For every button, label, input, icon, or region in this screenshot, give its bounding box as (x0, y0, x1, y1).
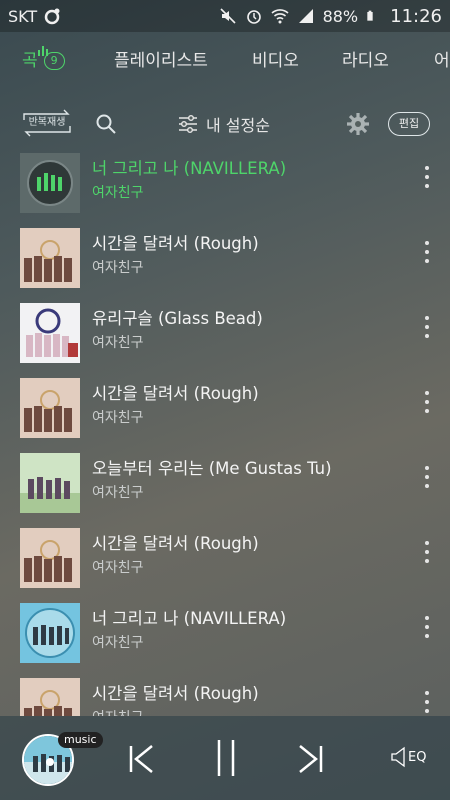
song-title: 너 그리고 나 (NAVILLERA) (92, 159, 287, 178)
album-thumbnail (20, 603, 80, 663)
category-tabs: 곡9 플레이리스트 비디오 라디오 어 (0, 32, 450, 94)
gear-icon[interactable] (346, 112, 370, 136)
more-options-icon[interactable] (424, 616, 430, 638)
more-options-icon[interactable] (424, 466, 430, 488)
song-artist: 여자친구 (92, 560, 144, 576)
alarm-icon (246, 10, 261, 24)
album-thumbnail (20, 378, 80, 438)
more-options-icon[interactable] (424, 391, 430, 413)
album-thumbnail (20, 528, 80, 588)
song-artist: 여자친구 (92, 485, 144, 501)
song-row[interactable]: 오늘부터 우리는 (Me Gustas Tu) 여자친구 (0, 446, 450, 521)
song-list: 너 그리고 나 (NAVILLERA) 여자친구 시간을 달려서 (Rough) 여자… (0, 146, 450, 716)
equalizer-button[interactable]: EQ (390, 746, 426, 768)
song-title: 시간을 달려서 (Rough) (92, 384, 259, 403)
repeat-button[interactable]: 반복재생 (20, 108, 74, 138)
song-title: 오늘부터 우리는 (Me Gustas Tu) (92, 459, 332, 478)
album-thumbnail (20, 678, 80, 716)
song-artist: 여자친구 (92, 410, 144, 426)
song-row[interactable]: 너 그리고 나 (NAVILLERA) 여자친구 (0, 146, 450, 221)
search-icon[interactable] (95, 113, 117, 135)
mini-player: music EQ (0, 716, 450, 800)
tab-more[interactable]: 어 (434, 46, 450, 71)
next-track-icon[interactable] (296, 744, 324, 774)
list-toolbar: 반복재생 내 설정순 (0, 100, 450, 148)
edit-button[interactable]: 편집 (388, 112, 430, 136)
signal-icon (298, 9, 313, 23)
battery-icon (367, 10, 373, 21)
song-artist: 여자친구 (92, 335, 144, 351)
song-title: 너 그리고 나 (NAVILLERA) (92, 609, 287, 628)
previous-track-icon[interactable] (128, 744, 156, 774)
song-row[interactable]: 시간을 달려서 (Rough) 여자친구 (0, 521, 450, 596)
album-thumbnail (20, 228, 80, 288)
sliders-icon (179, 115, 197, 133)
song-row[interactable]: 너 그리고 나 (NAVILLERA) 여자친구 (0, 596, 450, 671)
music-chip: music (58, 732, 103, 748)
speaker-icon (391, 746, 405, 768)
song-artist: 여자친구 (92, 707, 144, 716)
mute-icon (219, 8, 236, 24)
tab-radio[interactable]: 라디오 (342, 46, 389, 71)
more-options-icon[interactable] (424, 541, 430, 563)
song-artist: 여자친구 (92, 260, 144, 276)
more-options-icon[interactable] (424, 316, 430, 338)
album-thumbnail (20, 303, 80, 363)
pause-icon[interactable] (214, 738, 238, 778)
more-options-icon[interactable] (424, 166, 430, 188)
song-row[interactable]: 시간을 달려서 (Rough) 여자친구 (0, 671, 450, 716)
eq-label: EQ (408, 749, 427, 765)
battery-percent: 88% (322, 6, 359, 26)
sort-selector[interactable]: 내 설정순 (178, 112, 270, 136)
more-options-icon[interactable] (424, 691, 430, 713)
song-artist: 여자친구 (92, 635, 144, 651)
album-thumbnail (20, 453, 80, 513)
more-options-icon[interactable] (424, 241, 430, 263)
sort-label: 내 설정순 (206, 116, 270, 135)
tab-playlist[interactable]: 플레이리스트 (114, 46, 208, 71)
song-row[interactable]: 시간을 달려서 (Rough) 여자친구 (0, 221, 450, 296)
carrier-label: SKT (8, 6, 38, 26)
clock: 11:26 (390, 5, 442, 27)
tab-video[interactable]: 비디오 (252, 46, 299, 71)
song-title: 시간을 달려서 (Rough) (92, 534, 259, 553)
song-row[interactable]: 유리구슬 (Glass Bead) 여자친구 (0, 296, 450, 371)
repeat-label: 반복재생 (28, 117, 66, 128)
song-title: 유리구슬 (Glass Bead) (92, 309, 263, 328)
album-thumbnail (20, 153, 80, 213)
tab-label: 곡 (22, 51, 38, 71)
status-bar: SKT 88% 11:26 (0, 0, 450, 32)
song-title: 시간을 달려서 (Rough) (92, 234, 259, 253)
song-row[interactable]: 시간을 달려서 (Rough) 여자친구 (0, 371, 450, 446)
song-title: 시간을 달려서 (Rough) (92, 684, 259, 703)
sync-icon (44, 8, 60, 25)
now-playing-indicator-icon (38, 46, 48, 56)
wifi-icon (271, 9, 289, 24)
song-artist: 여자친구 (92, 185, 144, 201)
